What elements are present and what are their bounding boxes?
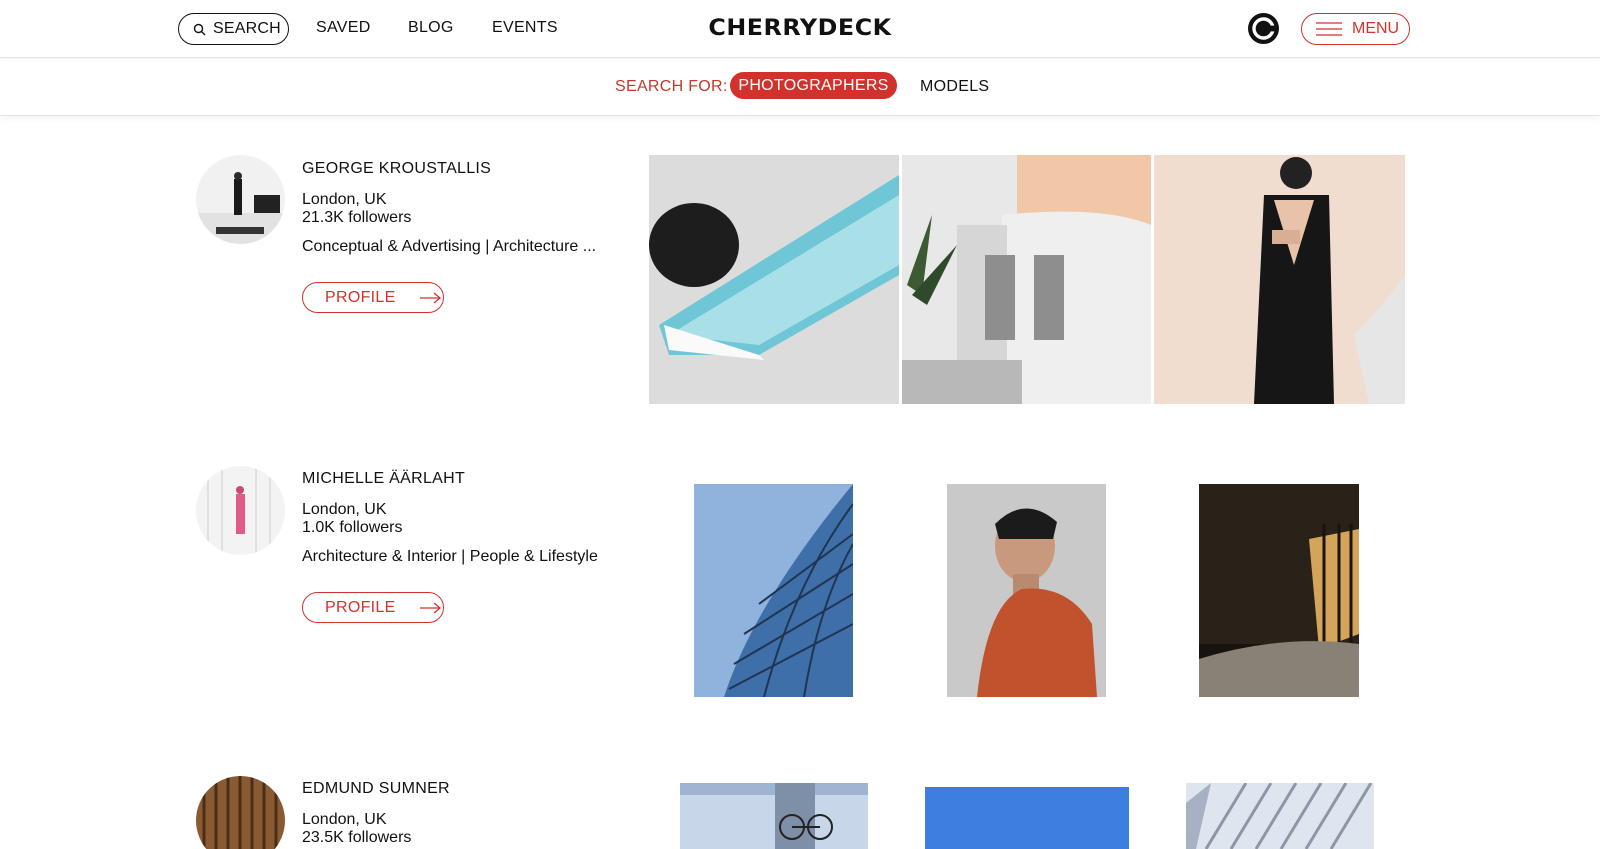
photographer-categories: Conceptual & Advertising | Architecture …: [302, 238, 597, 255]
portfolio-image-white-building[interactable]: [902, 155, 1151, 404]
arrow-right-icon: [419, 602, 441, 613]
search-icon: [193, 23, 206, 35]
avatar[interactable]: [196, 155, 285, 244]
search-button-label: SEARCH: [213, 20, 281, 37]
menu-button[interactable]: MENU: [1301, 13, 1410, 45]
photographer-location: London, UK: [302, 191, 387, 208]
c-logo-icon[interactable]: [1247, 12, 1280, 45]
top-header: SEARCH SAVED BLOG EVENTS CHERRYDECK MENU: [0, 0, 1600, 58]
search-filter-bar: SEARCH FOR: PHOTOGRAPHERS MODELS: [0, 59, 1600, 116]
photographer-location: London, UK: [302, 811, 387, 828]
search-for-label: SEARCH FOR:: [615, 78, 728, 95]
profile-button[interactable]: PROFILE: [302, 282, 444, 313]
tab-models[interactable]: MODELS: [920, 78, 989, 96]
photographer-name[interactable]: MICHELLE ÄÄRLAHT: [302, 470, 465, 488]
portfolio-image-shadow-interior[interactable]: [1199, 484, 1359, 697]
nav-saved[interactable]: SAVED: [316, 19, 371, 37]
tab-photographers[interactable]: PHOTOGRAPHERS: [730, 72, 897, 99]
site-logo[interactable]: CHERRYDECK: [679, 14, 921, 44]
photographer-followers: 21.3K followers: [302, 209, 412, 226]
photographer-categories: Architecture & Interior | People & Lifes…: [302, 548, 598, 565]
profile-button[interactable]: PROFILE: [302, 592, 444, 623]
portfolio-image-glass-building[interactable]: [694, 484, 853, 697]
profile-button-label: PROFILE: [325, 288, 396, 306]
hamburger-icon: [1316, 22, 1342, 36]
arrow-right-icon: [419, 292, 441, 303]
portfolio-image-pool-rock[interactable]: [649, 155, 899, 404]
portfolio-image-bicycles[interactable]: [680, 783, 868, 849]
nav-blog[interactable]: BLOG: [408, 19, 454, 37]
portfolio-image-man-portrait[interactable]: [947, 484, 1106, 697]
photographer-followers: 1.0K followers: [302, 519, 403, 536]
photographer-name[interactable]: EDMUND SUMNER: [302, 780, 450, 798]
photographer-location: London, UK: [302, 501, 387, 518]
photographer-followers: 23.5K followers: [302, 829, 412, 846]
avatar[interactable]: [196, 776, 285, 849]
portfolio-image-steel-structure[interactable]: [1186, 783, 1374, 849]
profile-button-label: PROFILE: [325, 598, 396, 616]
portfolio-image-blue-sky[interactable]: [925, 787, 1129, 849]
search-button[interactable]: SEARCH: [178, 13, 289, 45]
photographer-name[interactable]: GEORGE KROUSTALLIS: [302, 160, 491, 178]
nav-events[interactable]: EVENTS: [492, 19, 558, 37]
menu-button-label: MENU: [1352, 20, 1400, 37]
portfolio-image-fashion-portrait[interactable]: [1154, 155, 1405, 404]
avatar[interactable]: [196, 466, 285, 555]
